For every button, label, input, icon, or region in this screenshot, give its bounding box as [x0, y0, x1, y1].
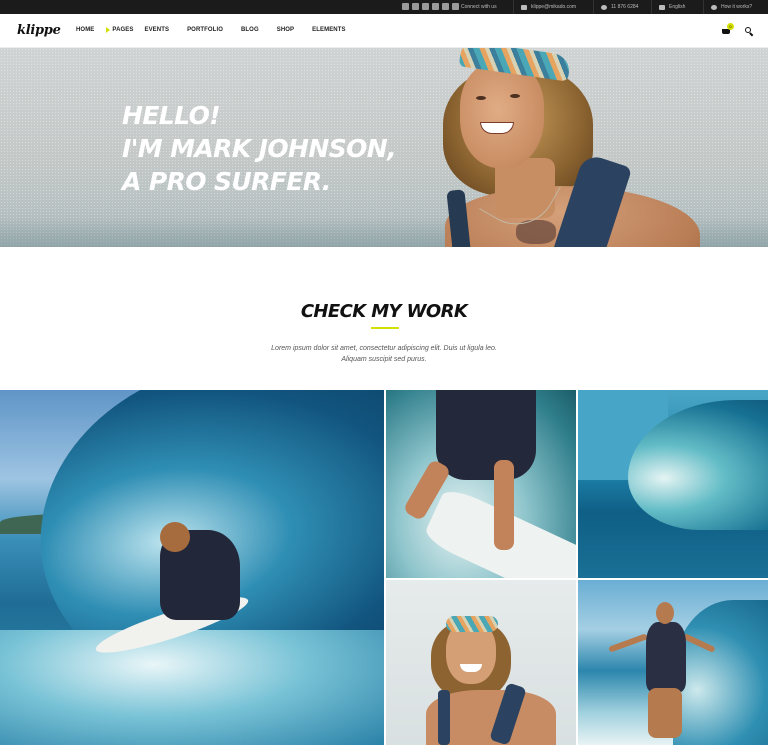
facebook-icon[interactable]	[422, 3, 429, 10]
active-marker-icon	[106, 27, 111, 33]
face	[460, 62, 544, 168]
wetsuit	[436, 390, 536, 480]
info-icon	[711, 4, 717, 10]
tank-strap	[438, 690, 450, 745]
wave	[673, 600, 768, 745]
cart-count-badge: 0	[727, 23, 734, 30]
surfer-head	[656, 602, 674, 624]
nav-label: ELEMENTS	[312, 27, 346, 33]
nav-label: SHOP	[276, 27, 295, 33]
linkedin-icon[interactable]	[412, 3, 419, 10]
help-text: How it works?	[721, 4, 753, 10]
portfolio-item-wave-curl[interactable]	[578, 390, 768, 578]
site-logo[interactable]: klippe	[17, 23, 61, 38]
nav-item-home[interactable]: HOME	[76, 27, 94, 33]
language-text: English	[669, 4, 686, 10]
globe-icon	[659, 4, 665, 10]
nav-label: PORTFOLIO	[187, 27, 223, 33]
help-link[interactable]: How it works?	[703, 0, 752, 14]
cart-button[interactable]: 0	[721, 23, 734, 36]
nav-label: BLOG	[240, 27, 259, 33]
hero-line-1: HELLO!	[122, 101, 221, 130]
connect-label-item: Connect with us	[454, 0, 497, 14]
phone-link[interactable]: 11 876 6284	[593, 0, 638, 14]
nav-item-elements[interactable]: ELEMENTS	[312, 27, 345, 33]
nav-label: PAGES	[112, 27, 134, 33]
description-line-1: Lorem ipsum dolor sit amet, consectetur …	[271, 345, 497, 352]
nav-label: HOME	[76, 27, 95, 33]
top-bar: Connect with us klippe@mikado.com 11 876…	[0, 0, 768, 14]
leg	[494, 460, 514, 550]
portfolio-item-board-closeup[interactable]	[386, 390, 576, 578]
email-text: klippe@mikado.com	[531, 4, 577, 10]
main-header: klippe HOME PAGES EVENTS PORTFOLIO BLOG …	[0, 14, 768, 48]
hero-line-3: A PRO SURFER.	[122, 167, 331, 196]
section-title: CHECK MY WORK	[300, 301, 468, 322]
language-selector[interactable]: English	[651, 0, 685, 14]
description-line-2: Aliquam suscipit sed purus.	[341, 356, 427, 363]
phone-text: 11 876 6284	[611, 4, 639, 10]
surfer-head	[160, 522, 190, 552]
hero-heading: HELLO! I'M MARK JOHNSON, A PRO SURFER.	[122, 99, 397, 198]
social-icons	[402, 3, 459, 10]
portfolio-item-wave-ride[interactable]	[0, 390, 384, 745]
eye	[476, 96, 486, 100]
nav-item-shop[interactable]: SHOP	[277, 27, 294, 33]
phone-icon	[601, 4, 607, 10]
portfolio-item-portrait[interactable]	[386, 580, 576, 745]
nav-label: EVENTS	[144, 27, 170, 33]
mail-icon	[521, 4, 527, 10]
surfer	[646, 622, 686, 692]
hero-line-2: I'M MARK JOHNSON,	[122, 134, 397, 163]
search-icon-handle	[749, 32, 754, 37]
twitter-icon[interactable]	[432, 3, 439, 10]
connect-label: Connect with us	[461, 4, 497, 10]
arm	[608, 633, 648, 653]
hero-surfer-photo	[440, 48, 700, 247]
nav-item-pages[interactable]: PAGES	[106, 27, 133, 33]
nav-item-portfolio[interactable]: PORTFOLIO	[187, 27, 223, 33]
email-link[interactable]: klippe@mikado.com	[513, 0, 576, 14]
eye	[510, 94, 520, 98]
vimeo-icon[interactable]	[402, 3, 409, 10]
headband	[446, 616, 498, 632]
nav-item-events[interactable]: EVENTS	[144, 27, 169, 33]
title-underline	[371, 327, 399, 329]
main-nav: HOME PAGES EVENTS PORTFOLIO BLOG SHOP EL…	[76, 27, 364, 33]
search-button[interactable]	[745, 27, 754, 37]
legs	[648, 688, 682, 738]
sea-foam	[0, 630, 384, 745]
youtube-icon[interactable]	[442, 3, 449, 10]
nav-item-blog[interactable]: BLOG	[241, 27, 259, 33]
portfolio-item-surfer-standing[interactable]	[578, 580, 768, 745]
section-description: Lorem ipsum dolor sit amet, consectetur …	[0, 343, 768, 365]
